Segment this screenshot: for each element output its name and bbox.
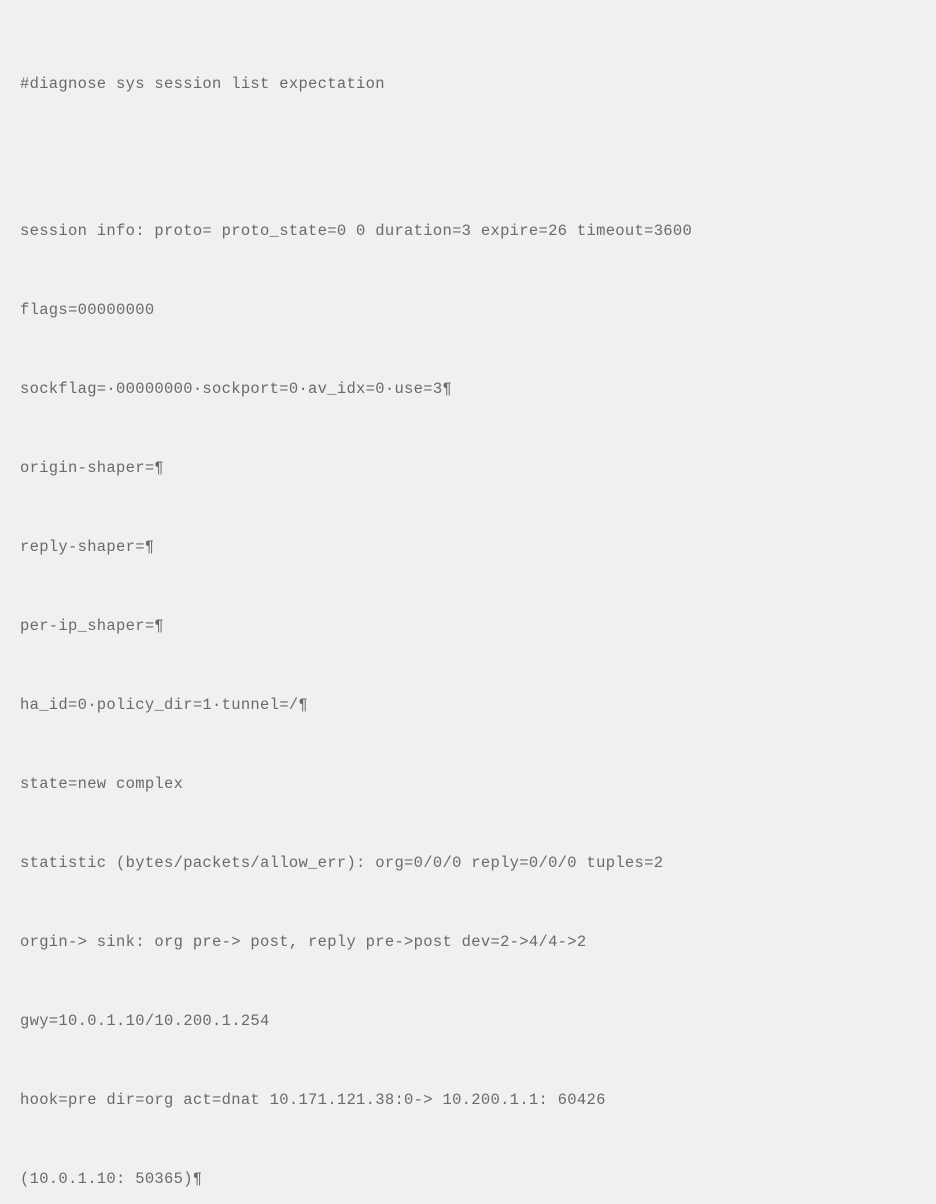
- origin-shaper-line: origin-shaper=¶: [20, 455, 916, 481]
- session-info-line: session info: proto= proto_state=0 0 dur…: [20, 218, 916, 244]
- reply-shaper-line: reply-shaper=¶: [20, 534, 916, 560]
- origin-sink-line: orgin-> sink: org pre-> post, reply pre-…: [20, 929, 916, 955]
- blank-line: [20, 150, 916, 166]
- ha-id-line: ha_id=0·policy_dir=1·tunnel=/¶: [20, 692, 916, 718]
- gwy-line: gwy=10.0.1.10/10.200.1.254: [20, 1008, 916, 1034]
- command-line: #diagnose sys session list expectation: [20, 71, 916, 97]
- statistic-line: statistic (bytes/packets/allow_err): org…: [20, 850, 916, 876]
- flags-line: flags=00000000: [20, 297, 916, 323]
- hook-dnat-continuation: (10.0.1.10: 50365)¶: [20, 1166, 916, 1192]
- per-ip-shaper-line: per-ip_shaper=¶: [20, 613, 916, 639]
- terminal-output: #diagnose sys session list expectation s…: [20, 18, 916, 1204]
- state-line: state=new complex: [20, 771, 916, 797]
- sockflag-line: sockflag=·00000000·sockport=0·av_idx=0·u…: [20, 376, 916, 402]
- hook-dnat-line: hook=pre dir=org act=dnat 10.171.121.38:…: [20, 1087, 916, 1113]
